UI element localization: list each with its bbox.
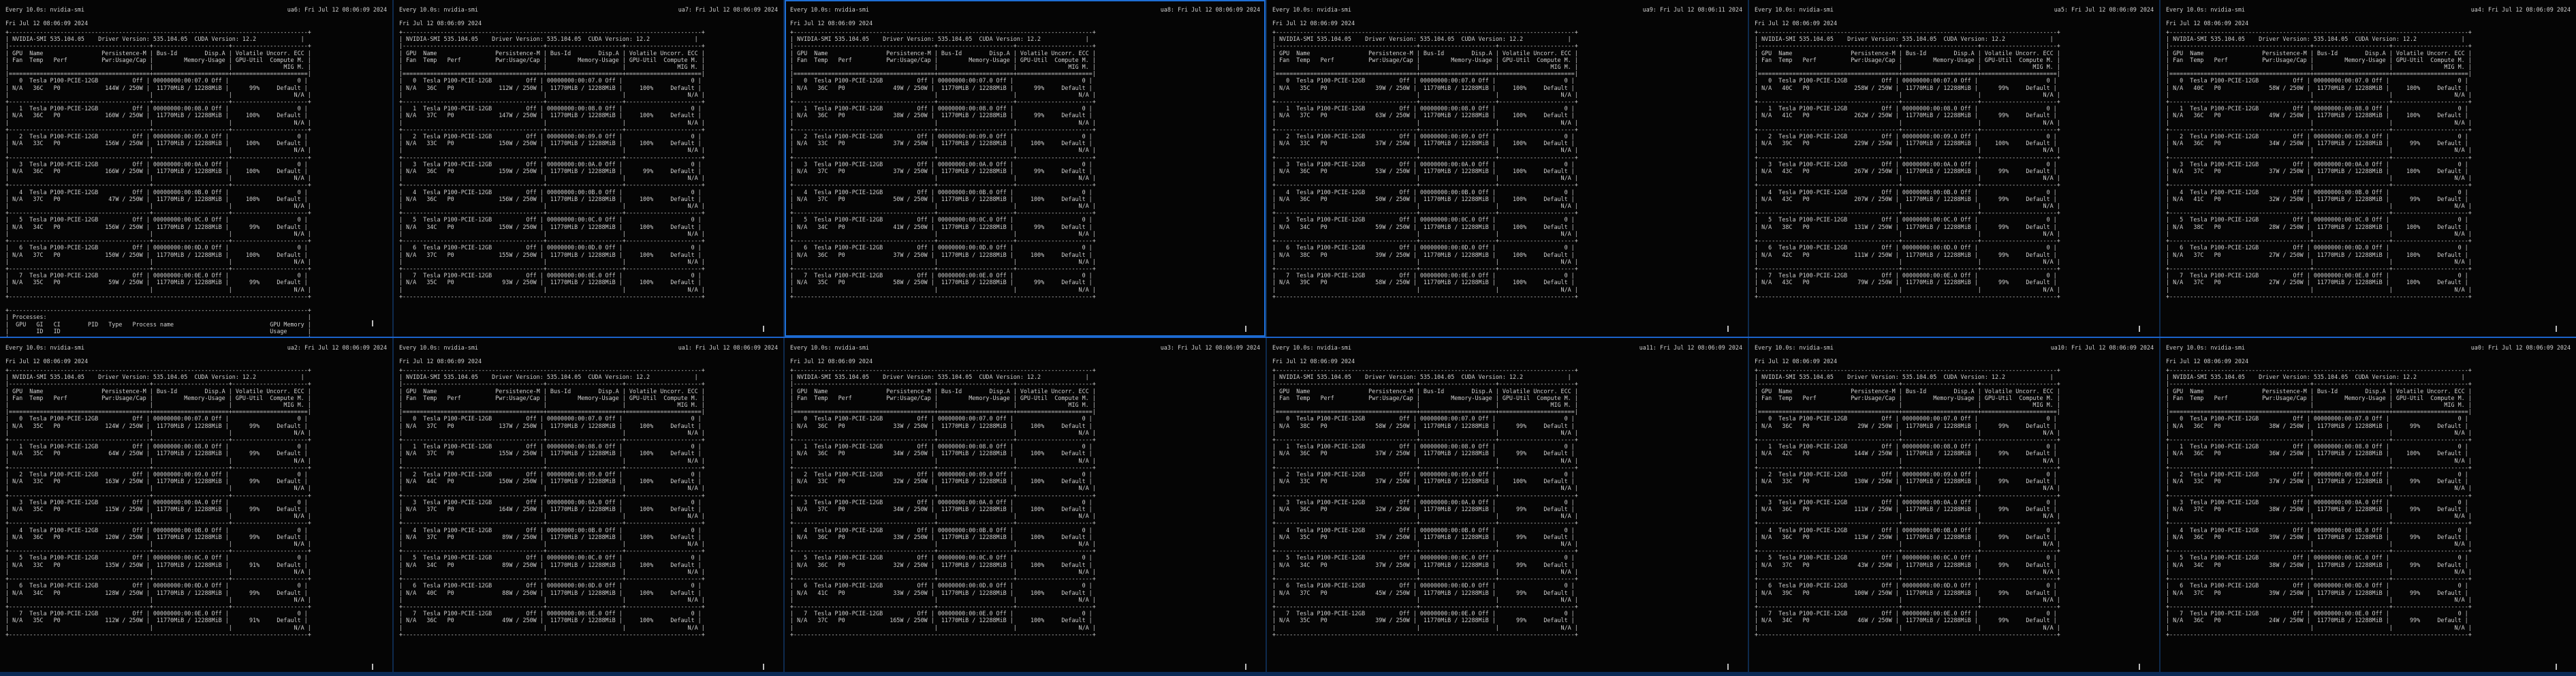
watch-command: Every 10.0s: nvidia-smi [399,6,478,13]
watch-command: Every 10.0s: nvidia-smi [399,344,478,351]
smi-timestamp: Fri Jul 12 08:06:09 2024 [1755,358,1838,365]
terminal-pane[interactable]: Every 10.0s: nvidia-smi ua10: Fri Jul 12 … [1749,338,2159,676]
watch-command: Every 10.0s: nvidia-smi [5,344,84,351]
terminal-pane[interactable]: Every 10.0s: nvidia-smi ua11: Fri Jul 12 … [1267,338,1748,676]
pane-divider[interactable] [1266,0,1267,676]
terminal-pane[interactable]: Every 10.0s: nvidia-smi ua0: Fri Jul 12 0… [2161,338,2576,676]
smi-timestamp: Fri Jul 12 08:06:09 2024 [1272,20,1355,27]
pane-divider[interactable] [2159,0,2161,676]
terminal-pane[interactable]: Every 10.0s: nvidia-smi ua1: Fri Jul 12 0… [394,338,783,676]
terminal-pane[interactable]: Every 10.0s: nvidia-smi ua8: Fri Jul 12 0… [785,0,1266,337]
nvidia-smi-output: +---------------------------------------… [5,367,311,638]
watch-header: Every 10.0s: nvidia-smi ua11: Fri Jul 12 … [1272,343,1742,352]
host-clock: ua10: Fri Jul 12 08:06:09 2024 [2050,344,2154,351]
smi-timestamp: Fri Jul 12 08:06:09 2024 [399,20,482,27]
status-bar [0,672,2576,676]
host-clock: ua4: Fri Jul 12 08:06:09 2024 [2470,6,2571,13]
nvidia-smi-output: +---------------------------------------… [790,29,1096,300]
pane-divider[interactable] [1748,0,1749,676]
nvidia-smi-output: +---------------------------------------… [1272,367,1578,638]
terminal-pane[interactable]: Every 10.0s: nvidia-smi ua6: Fri Jul 12 0… [0,0,392,337]
watch-header: Every 10.0s: nvidia-smi ua1: Fri Jul 12 0… [399,343,778,352]
cursor-icon [2139,326,2140,332]
host-clock: ua8: Fri Jul 12 08:06:09 2024 [1160,6,1260,13]
terminal-pane[interactable]: Every 10.0s: nvidia-smi ua2: Fri Jul 12 0… [0,338,392,676]
watch-command: Every 10.0s: nvidia-smi [1755,6,1834,13]
host-clock: ua5: Fri Jul 12 08:06:09 2024 [2054,6,2154,13]
host-clock: ua7: Fri Jul 12 08:06:09 2024 [678,6,778,13]
watch-command: Every 10.0s: nvidia-smi [790,6,869,13]
watch-header: Every 10.0s: nvidia-smi ua6: Fri Jul 12 0… [5,5,387,14]
watch-command: Every 10.0s: nvidia-smi [1272,6,1351,13]
host-clock: ua3: Fri Jul 12 08:06:09 2024 [1160,344,1260,351]
nvidia-smi-output: +---------------------------------------… [2166,367,2472,638]
cursor-icon [1245,326,1246,332]
host-clock: ua0: Fri Jul 12 08:06:09 2024 [2470,344,2571,351]
smi-timestamp: Fri Jul 12 08:06:09 2024 [5,20,89,27]
watch-command: Every 10.0s: nvidia-smi [1755,344,1834,351]
pane-divider[interactable] [783,0,785,676]
cursor-icon [763,326,764,332]
watch-header: Every 10.0s: nvidia-smi ua0: Fri Jul 12 0… [2166,343,2571,352]
host-clock: ua1: Fri Jul 12 08:06:09 2024 [678,344,778,351]
watch-header: Every 10.0s: nvidia-smi ua8: Fri Jul 12 0… [790,5,1260,14]
watch-header: Every 10.0s: nvidia-smi ua2: Fri Jul 12 0… [5,343,387,352]
host-clock: ua2: Fri Jul 12 08:06:09 2024 [287,344,387,351]
watch-command: Every 10.0s: nvidia-smi [5,6,84,13]
smi-timestamp: Fri Jul 12 08:06:09 2024 [2166,20,2249,27]
smi-timestamp: Fri Jul 12 08:06:09 2024 [2166,358,2249,365]
cursor-icon [763,664,764,670]
nvidia-smi-output: +---------------------------------------… [790,367,1096,638]
pane-divider[interactable] [0,337,2576,338]
cursor-icon [2139,664,2140,670]
cursor-icon [1245,664,1246,670]
smi-timestamp: Fri Jul 12 08:06:09 2024 [790,20,873,27]
pane-divider[interactable] [392,0,394,676]
smi-timestamp: Fri Jul 12 08:06:09 2024 [399,358,482,365]
watch-command: Every 10.0s: nvidia-smi [2166,6,2245,13]
cursor-icon [1727,664,1729,670]
nvidia-smi-output: +---------------------------------------… [1755,29,2060,300]
host-clock: ua11: Fri Jul 12 08:06:09 2024 [1639,344,1742,351]
watch-header: Every 10.0s: nvidia-smi ua10: Fri Jul 12 … [1755,343,2154,352]
cursor-icon [2556,664,2557,670]
smi-timestamp: Fri Jul 12 08:06:09 2024 [5,358,89,365]
smi-timestamp: Fri Jul 12 08:06:09 2024 [1755,20,1838,27]
cursor-icon [2556,326,2557,332]
host-clock: ua9: Fri Jul 12 08:06:11 2024 [1642,6,1742,13]
terminal-pane[interactable]: Every 10.0s: nvidia-smi ua4: Fri Jul 12 0… [2161,0,2576,337]
watch-command: Every 10.0s: nvidia-smi [790,344,869,351]
smi-timestamp: Fri Jul 12 08:06:09 2024 [790,358,873,365]
watch-command: Every 10.0s: nvidia-smi [1272,344,1351,351]
terminal-pane[interactable]: Every 10.0s: nvidia-smi ua7: Fri Jul 12 0… [394,0,783,337]
terminal-pane[interactable]: Every 10.0s: nvidia-smi ua3: Fri Jul 12 0… [785,338,1266,676]
watch-header: Every 10.0s: nvidia-smi ua3: Fri Jul 12 0… [790,343,1260,352]
watch-header: Every 10.0s: nvidia-smi ua5: Fri Jul 12 0… [1755,5,2154,14]
watch-header: Every 10.0s: nvidia-smi ua9: Fri Jul 12 0… [1272,5,1742,14]
nvidia-smi-output: +---------------------------------------… [2166,29,2472,300]
nvidia-smi-output: +---------------------------------------… [399,367,705,638]
cursor-icon [372,664,373,670]
nvidia-smi-output: +---------------------------------------… [1755,367,2060,638]
tmux-window: Every 10.0s: nvidia-smi ua6: Fri Jul 12 0… [0,0,2576,676]
watch-header: Every 10.0s: nvidia-smi ua7: Fri Jul 12 0… [399,5,778,14]
watch-command: Every 10.0s: nvidia-smi [2166,344,2245,351]
terminal-pane[interactable]: Every 10.0s: nvidia-smi ua5: Fri Jul 12 0… [1749,0,2159,337]
cursor-icon [372,320,373,326]
smi-timestamp: Fri Jul 12 08:06:09 2024 [1272,358,1355,365]
host-clock: ua6: Fri Jul 12 08:06:09 2024 [287,6,387,13]
cursor-icon [1727,326,1729,332]
nvidia-smi-output: +---------------------------------------… [1272,29,1578,300]
terminal-pane[interactable]: Every 10.0s: nvidia-smi ua9: Fri Jul 12 0… [1267,0,1748,337]
nvidia-smi-output: +---------------------------------------… [399,29,705,300]
nvidia-smi-output: +---------------------------------------… [5,29,311,337]
watch-header: Every 10.0s: nvidia-smi ua4: Fri Jul 12 0… [2166,5,2571,14]
